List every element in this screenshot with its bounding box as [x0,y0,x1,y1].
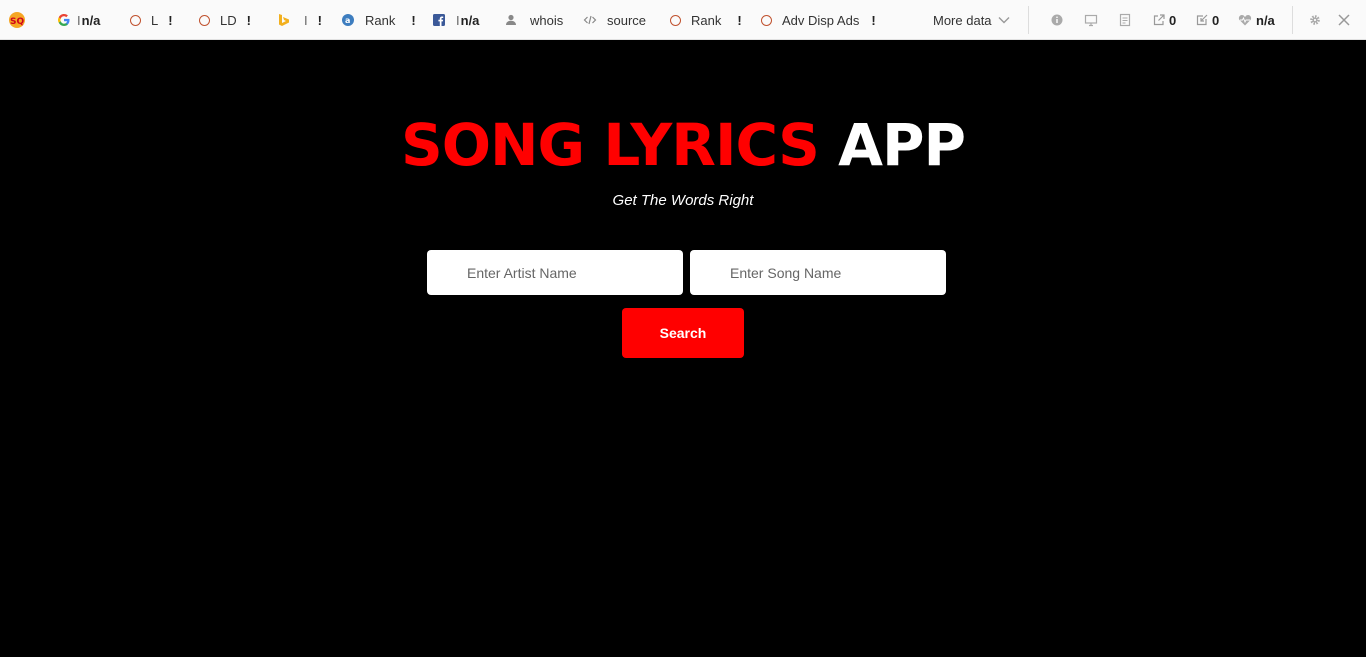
svg-text:SQ: SQ [10,17,24,27]
artist-name-input[interactable] [427,250,683,295]
seoquake-logo-icon: SQ [9,12,25,28]
page-subtitle: Get The Words Right [612,192,754,209]
code-icon [583,15,597,25]
health-value: n/a [1256,12,1275,28]
bing-label: I [304,12,308,28]
alexa-rank-label: Rank [365,12,396,28]
whois-label: whois [530,12,564,28]
monitor-icon [1084,14,1098,27]
circle-icon [761,14,772,26]
report-button[interactable] [1118,0,1132,40]
external-links-item[interactable]: 0 [1152,0,1176,40]
seo-toolbar: SQ In/a L ! LD ! I ! a Rank ! I n/a whoi… [0,0,1366,40]
internal-links-item[interactable]: 0 [1195,0,1219,40]
document-icon [1119,13,1131,27]
info-button[interactable] [1050,0,1064,40]
toolbar-divider [1028,6,1029,34]
source-label: source [607,12,647,28]
external-links-count: 0 [1169,12,1177,28]
ld-label: LD [220,12,237,28]
circle-icon [130,14,141,26]
gear-icon [1310,15,1320,25]
ld-item[interactable]: LD ! [199,0,251,40]
health-item[interactable]: n/a [1238,0,1275,40]
svg-text:a: a [345,16,350,25]
adv-disp-ads-item[interactable]: Adv Disp Ads ! [761,0,876,40]
alexa-rank-item[interactable]: a Rank ! [341,0,416,40]
toolbar-divider [1292,6,1293,34]
google-index-value: n/a [81,12,101,28]
links-label: L [151,12,159,28]
facebook-icon [433,14,445,26]
internal-link-icon [1196,14,1208,26]
google-index-item[interactable]: In/a [57,0,100,40]
info-icon [1051,14,1063,26]
chevron-down-icon [998,17,1010,24]
whois-item[interactable]: whois [504,0,563,40]
links-item[interactable]: L ! [130,0,173,40]
facebook-value: n/a [460,12,480,28]
links-alert: ! [168,12,173,28]
source-item[interactable]: source [583,0,646,40]
external-link-icon [1153,14,1165,26]
internal-links-count: 0 [1212,12,1220,28]
heart-pulse-icon [1238,15,1252,26]
seoquake-logo[interactable]: SQ [8,0,26,40]
google-index-label: I [77,12,81,28]
bing-alert: ! [317,12,322,28]
facebook-item[interactable]: In/a [432,0,479,40]
google-icon [58,14,70,26]
settings-button[interactable] [1308,0,1322,40]
bing-icon [279,14,289,26]
adv-disp-ads-alert: ! [871,12,876,28]
person-icon [506,14,516,25]
rank-alert: ! [737,12,742,28]
more-data-label: More data [933,12,992,28]
alexa-rank-alert: ! [411,12,416,28]
close-button[interactable] [1337,0,1351,40]
title-red-part: SONG LYRICS [400,111,820,179]
alexa-icon: a [342,14,354,26]
rank-item[interactable]: Rank ! [670,0,742,40]
rank-label: Rank [691,12,722,28]
facebook-label: I [456,12,460,28]
page-title: SONG LYRICS APP [0,108,1366,182]
bing-item[interactable]: I ! [276,0,322,40]
close-icon [1338,14,1350,26]
adv-disp-ads-label: Adv Disp Ads [782,12,860,28]
circle-icon [670,14,681,26]
ld-alert: ! [246,12,251,28]
title-white-part: APP [838,111,966,179]
search-button[interactable]: Search [622,308,744,358]
song-name-input[interactable] [690,250,946,295]
more-data-dropdown[interactable]: More data [933,0,1010,40]
circle-icon [199,14,210,26]
monitor-button[interactable] [1084,0,1098,40]
